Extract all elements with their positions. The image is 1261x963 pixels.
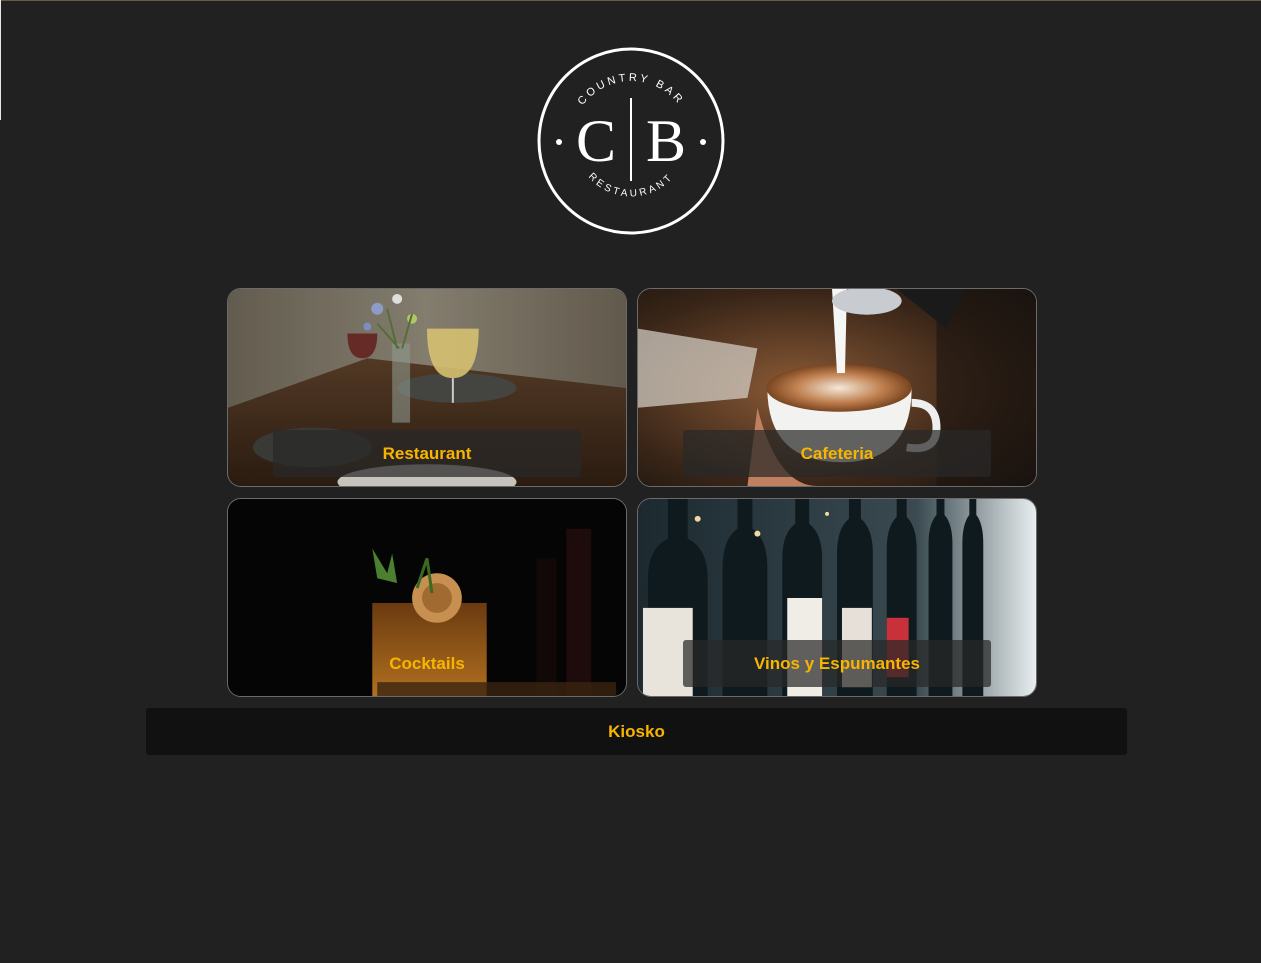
left-border [0, 0, 1, 120]
category-label-cocktails: Cocktails [389, 653, 465, 673]
brand-logo: COUNTRY BAR RESTAURANT C B [536, 46, 726, 236]
category-card-vinos[interactable]: Vinos y Espumantes [637, 498, 1037, 697]
kiosko-button[interactable]: Kiosko [146, 708, 1127, 755]
category-grid: Restaurant Cafeteria Cocktails Vinos y E… [227, 288, 1037, 698]
category-card-restaurant[interactable]: Restaurant [227, 288, 627, 487]
category-label-vinos: Vinos y Espumantes [683, 640, 991, 687]
category-card-cocktails[interactable]: Cocktails [227, 498, 627, 697]
category-label-restaurant: Restaurant [273, 430, 581, 477]
category-card-cafeteria[interactable]: Cafeteria [637, 288, 1037, 487]
top-border [0, 0, 1261, 1]
category-label-cafeteria: Cafeteria [683, 430, 991, 477]
logo-letter-b: B [646, 108, 686, 174]
logo-letter-c: C [576, 108, 616, 174]
